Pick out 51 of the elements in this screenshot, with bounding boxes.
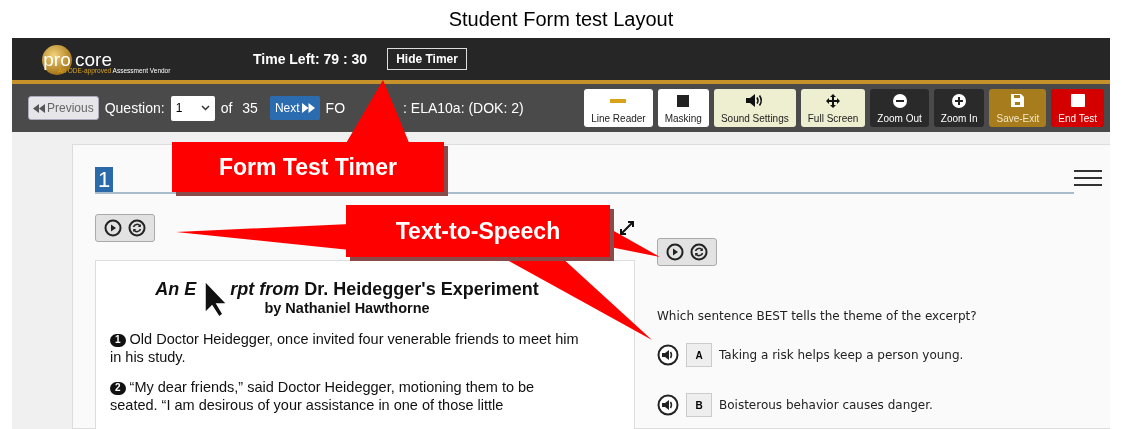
refresh-icon <box>690 243 708 261</box>
logo-core: core <box>75 50 112 69</box>
question-label: Question: <box>104 100 165 116</box>
passage-title: An E <box>155 279 197 300</box>
zoom-in-icon <box>952 93 967 108</box>
rewind-icon <box>33 103 45 113</box>
text-to-speech-button[interactable] <box>657 238 717 266</box>
of-label: of <box>220 100 233 116</box>
speaker-icon[interactable] <box>657 394 679 416</box>
passage-paragraph: 2 “My dear friends,” said Doctor Heidegger, motioning them to be seated. “I am desirous of your assistance in one of those little <box>110 378 536 415</box>
passage-title: rpt from Dr. Heidegger's Experiment <box>230 279 539 300</box>
expand-icon[interactable] <box>619 220 635 236</box>
fast-forward-icon <box>301 103 315 113</box>
tool-button[interactable]: Zoom In <box>933 89 985 127</box>
passage-paragraph: 1 Old Doctor Heidegger, once invited four venerable friends to meet him in his study. <box>110 330 580 367</box>
refresh-icon <box>128 219 146 237</box>
menu-icon[interactable] <box>1074 170 1102 186</box>
choice-letter-button[interactable]: A <box>686 343 712 367</box>
tool-button[interactable]: Full Screen <box>800 89 866 127</box>
item-number: 1 <box>95 167 114 192</box>
timer-text: Time Left: 79 : 30 <box>253 51 368 67</box>
tool-button[interactable]: Sound Settings <box>713 89 796 127</box>
previous-button[interactable]: Previous <box>28 96 99 120</box>
passage-author: by Nathaniel Hawthorne <box>263 300 431 316</box>
choice-text: Boisterous behavior causes danger. <box>719 398 933 412</box>
square-icon <box>677 94 690 107</box>
zoom-out-icon <box>892 93 907 108</box>
choice-text: Taking a risk helps keep a person young. <box>719 348 964 362</box>
floppy-icon <box>1011 94 1025 107</box>
page-title: Student Form test Layout <box>447 6 675 32</box>
question-stem: Which sentence BEST tells the theme of the excerpt? <box>657 309 977 323</box>
play-icon <box>104 219 122 237</box>
tool-button[interactable]: Zoom Out <box>870 89 929 127</box>
question-select[interactable]: 1 <box>170 95 215 121</box>
square-icon <box>1070 94 1085 107</box>
tool-button[interactable]: Line Reader <box>584 89 653 127</box>
next-button[interactable]: Next <box>269 96 320 120</box>
question-total: 35 <box>242 100 258 116</box>
speaker-icon[interactable] <box>657 344 679 366</box>
tool-button[interactable]: End Test <box>1051 89 1104 127</box>
chevron-down-icon <box>200 105 210 111</box>
text-to-speech-button[interactable] <box>95 214 155 242</box>
speaker-icon <box>745 94 764 107</box>
tool-button[interactable]: Masking <box>657 89 709 127</box>
choice-letter-button[interactable]: B <box>686 393 712 417</box>
callout-pointer <box>345 80 410 145</box>
move-icon <box>826 93 840 108</box>
hide-timer-button[interactable]: Hide Timer <box>387 48 467 70</box>
form-code: FO <box>325 100 346 116</box>
play-icon <box>666 243 684 261</box>
form-code: : ELA10a: (DOK: 2) <box>403 100 524 116</box>
